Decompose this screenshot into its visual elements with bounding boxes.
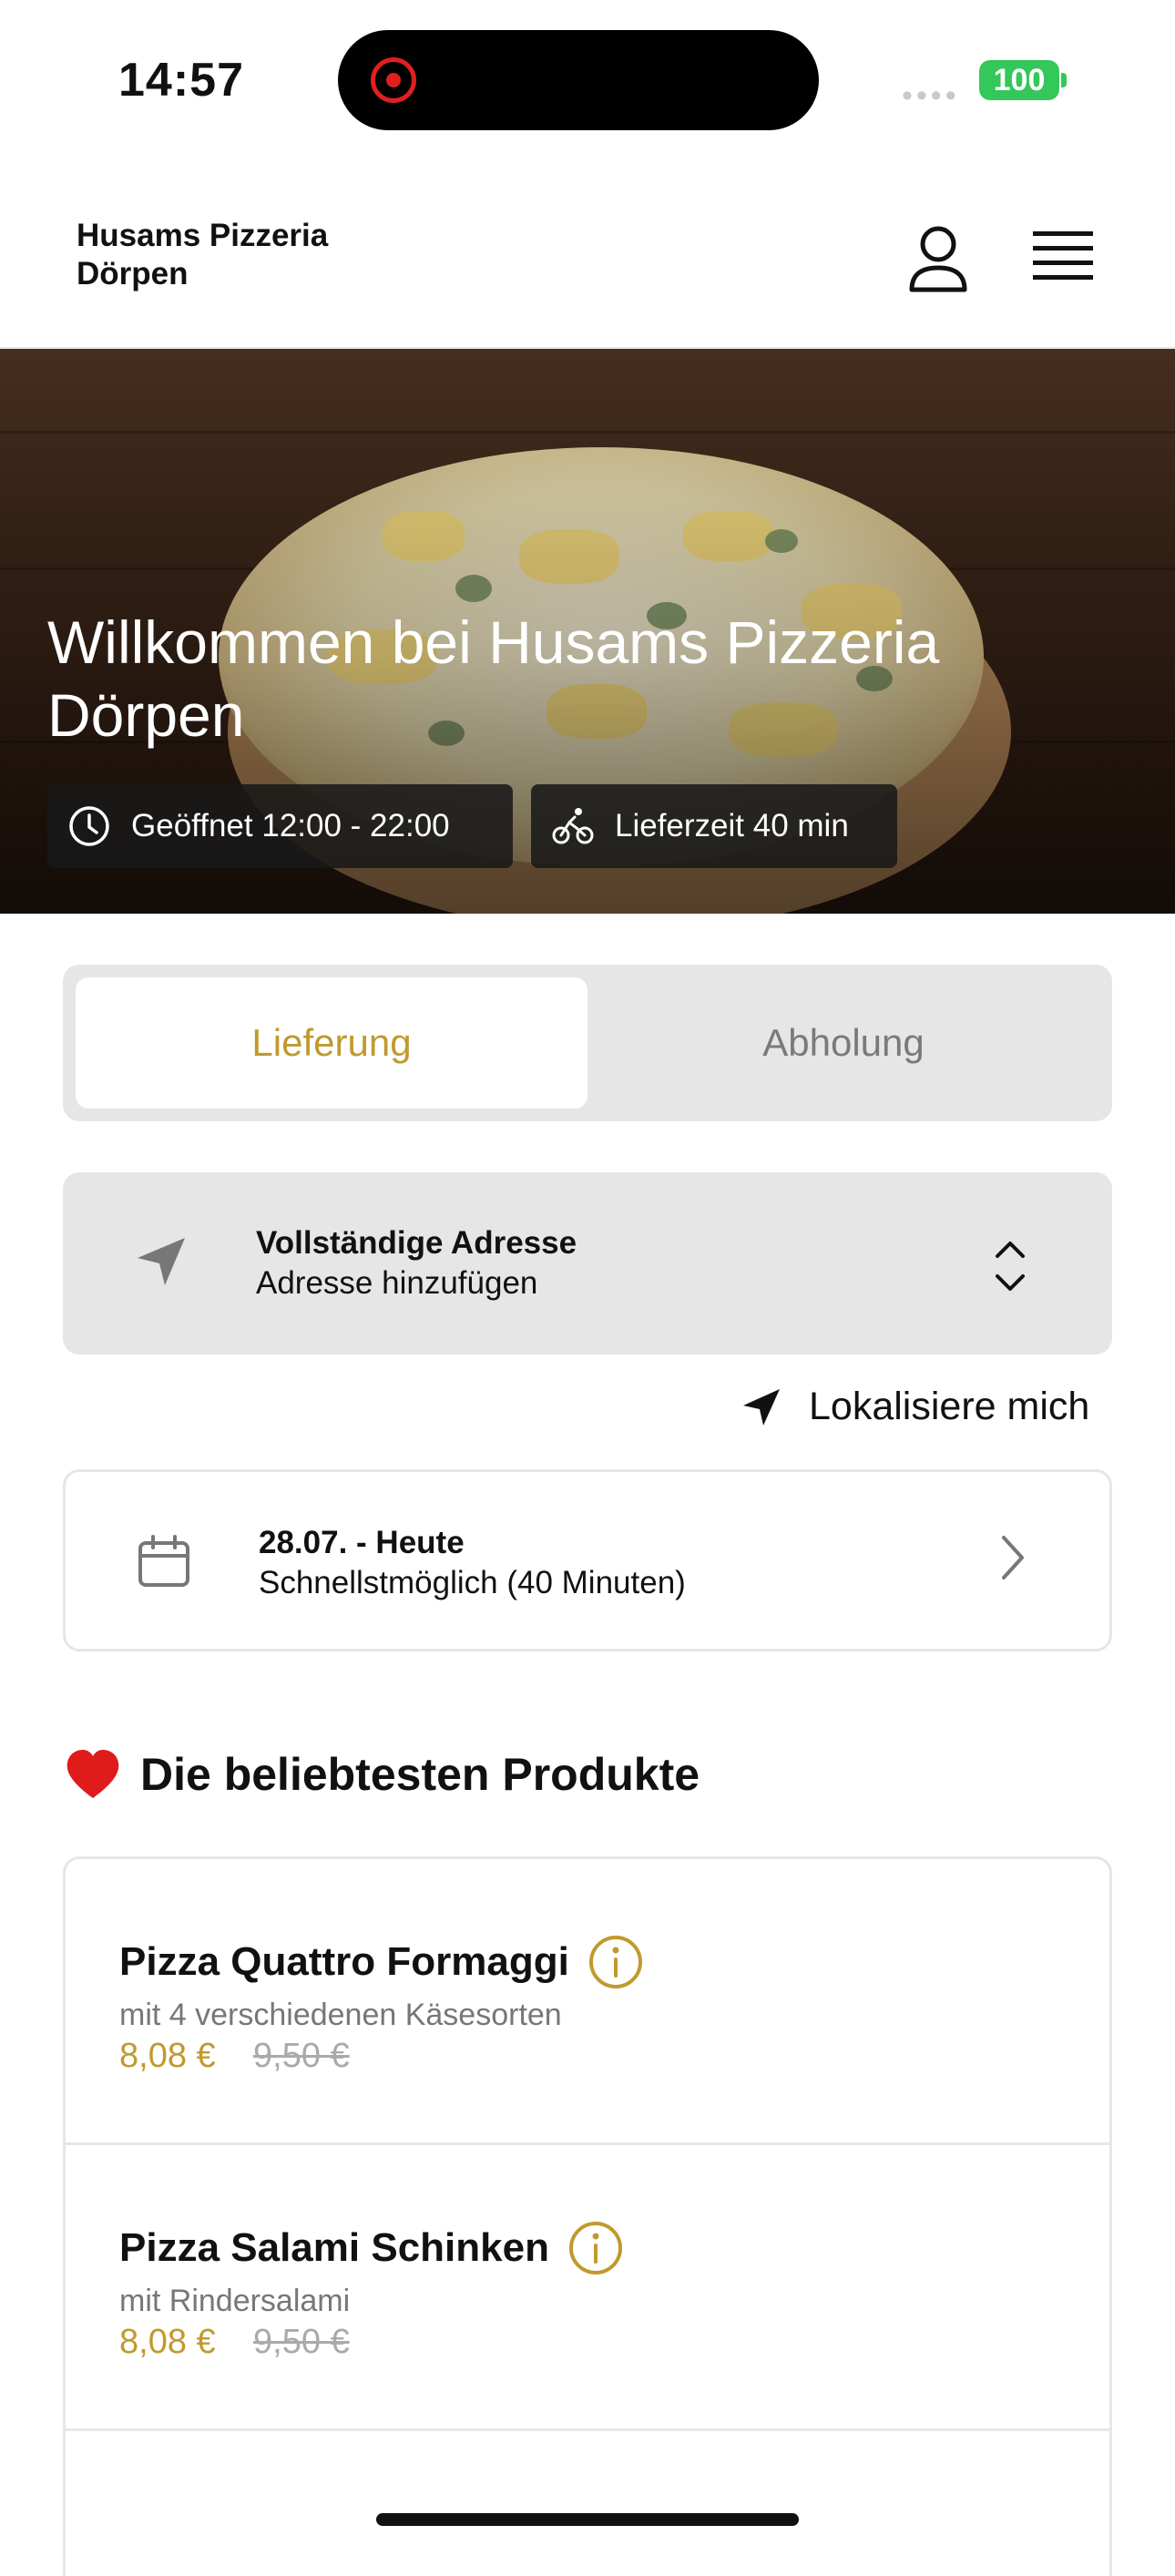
battery-tip	[1061, 73, 1067, 87]
brand-name[interactable]: Husams Pizzeria Dörpen	[77, 217, 328, 293]
popular-title-text: Die beliebtesten Produkte	[140, 1749, 700, 1800]
clock-icon	[69, 806, 109, 846]
product-card[interactable]: Pizza Salami Schinken mit Rindersalami 8…	[66, 2145, 1109, 2431]
opening-hours-text: Geöffnet 12:00 - 22:00	[131, 808, 450, 843]
product-old-price: 9,50 €	[253, 2323, 350, 2361]
popular-section-title: Die beliebtesten Produkte	[64, 1747, 700, 1802]
battery-icon: 100	[979, 60, 1059, 100]
user-icon	[909, 226, 967, 292]
order-mode-toggle: Lieferung Abholung	[63, 965, 1112, 1121]
address-title: Vollständige Adresse	[256, 1225, 577, 1261]
tab-pickup[interactable]: Abholung	[588, 977, 1099, 1109]
location-arrow-icon	[138, 1238, 185, 1285]
product-old-price: 9,50 €	[253, 2037, 350, 2075]
delivery-time-text: Schnellstmöglich (40 Minuten)	[259, 1565, 686, 1600]
address-placeholder: Adresse hinzufügen	[256, 1265, 538, 1301]
delivery-time-text: Lieferzeit 40 min	[615, 808, 849, 843]
account-button[interactable]	[906, 224, 970, 293]
address-selector[interactable]: Vollständige Adresse Adresse hinzufügen	[63, 1172, 1112, 1354]
bicycle-icon	[552, 808, 594, 844]
app-header: Husams Pizzeria Dörpen	[0, 164, 1175, 349]
product-description: mit 4 verschiedenen Käsesorten	[119, 1998, 562, 2032]
calendar-icon	[138, 1535, 189, 1587]
product-price: 8,08 €	[119, 2323, 216, 2361]
recording-indicator-icon	[371, 57, 416, 103]
menu-button[interactable]	[1029, 228, 1097, 288]
signal-icon: ••••	[902, 78, 960, 113]
locate-me-label: Lokalisiere mich	[809, 1385, 1090, 1428]
brand-line-1: Husams Pizzeria	[77, 218, 329, 253]
product-name-text: Pizza Quattro Formaggi	[119, 1939, 569, 1984]
product-card[interactable]: Pizza Quattro Formaggi mit 4 verschieden…	[66, 1859, 1109, 2145]
delivery-time-badge: Lieferzeit 40 min	[531, 784, 897, 868]
tab-delivery[interactable]: Lieferung	[76, 977, 588, 1109]
menu-icon	[1033, 231, 1093, 280]
locate-me-button[interactable]: Lokalisiere mich	[740, 1385, 1089, 1429]
status-time: 14:57	[118, 54, 244, 107]
product-list: Pizza Quattro Formaggi mit 4 verschieden…	[63, 1856, 1112, 2576]
product-name-text: Pizza Salami Schinken	[119, 2225, 549, 2270]
chevron-right-icon	[1002, 1536, 1024, 1579]
brand-line-2: Dörpen	[77, 256, 189, 291]
status-bar: 14:57 •••• 100	[0, 0, 1175, 164]
heart-icon	[66, 1750, 119, 1798]
product-price: 8,08 €	[119, 2037, 216, 2075]
home-indicator[interactable]	[376, 2513, 799, 2526]
delivery-date: 28.07. - Heute	[259, 1525, 465, 1560]
delivery-time-selector[interactable]: 28.07. - Heute Schnellstmöglich (40 Minu…	[63, 1469, 1112, 1651]
location-arrow-icon	[743, 1388, 780, 1426]
info-icon[interactable]	[567, 2220, 624, 2276]
product-name: Pizza Salami Schinken	[119, 2220, 624, 2276]
chevron-up-down-icon	[996, 1242, 1025, 1291]
product-description: mit Rindersalami	[119, 2284, 351, 2318]
opening-hours-badge: Geöffnet 12:00 - 22:00	[47, 784, 513, 868]
product-name: Pizza Quattro Formaggi	[119, 1934, 644, 1990]
hero-banner: Willkommen bei Husams Pizzeria Dörpen Ge…	[0, 349, 1175, 914]
hero-title: Willkommen bei Husams Pizzeria Dörpen	[47, 608, 940, 749]
dynamic-island	[338, 30, 819, 130]
info-icon[interactable]	[588, 1934, 644, 1990]
